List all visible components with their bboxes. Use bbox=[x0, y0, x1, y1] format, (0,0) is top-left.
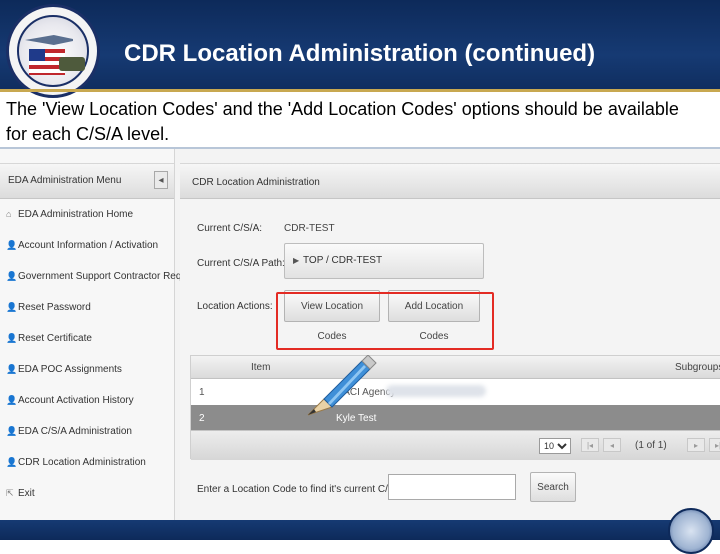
annotation-highlight-box bbox=[276, 292, 494, 350]
next-page-button[interactable]: ▸ bbox=[687, 438, 705, 452]
person-icon: 👤 bbox=[6, 395, 18, 405]
person-icon: 👤 bbox=[6, 426, 18, 436]
row-subgroup-name: Kyle Test bbox=[336, 413, 377, 424]
table-row[interactable]: 1 CACI Agency bbox=[191, 379, 720, 405]
main-panel: CDR Location Administration Current C/S/… bbox=[180, 163, 720, 522]
sidebar-header-title: EDA Administration Menu bbox=[8, 175, 122, 186]
location-actions-label: Location Actions: bbox=[197, 301, 273, 312]
person-icon: 👤 bbox=[6, 364, 18, 374]
sidebar-item-contractor-request[interactable]: 👤 Government Support Contractor Request bbox=[0, 261, 200, 292]
main-panel-header: CDR Location Administration bbox=[180, 163, 720, 199]
row-item-number: 1 bbox=[199, 387, 205, 398]
current-csa-path-label: Current C/S/A Path: bbox=[197, 258, 285, 269]
sidebar-item-label: EDA Administration Home bbox=[18, 209, 134, 220]
page-title: CDR Location Administration bbox=[192, 177, 320, 188]
search-button[interactable]: Search bbox=[530, 472, 576, 502]
slide-header: CDR Location Administration (continued) bbox=[0, 0, 720, 98]
collapse-sidebar-button[interactable]: ◂ bbox=[154, 171, 168, 189]
slide-intro-text: The 'View Location Codes' and the 'Add L… bbox=[6, 99, 679, 144]
sidebar-item-account-information[interactable]: 👤 Account Information / Activation bbox=[0, 230, 174, 261]
sidebar-item-exit[interactable]: ⇱ Exit bbox=[0, 478, 174, 509]
person-icon: 👤 bbox=[6, 271, 18, 281]
sidebar-item-label: CDR Location Administration bbox=[18, 457, 146, 468]
sidebar-item-poc-assignments[interactable]: 👤 EDA POC Assignments bbox=[0, 354, 174, 385]
sidebar-item-activation-history[interactable]: 👤 Account Activation History bbox=[0, 385, 174, 416]
sidebar-item-label: Reset Password bbox=[18, 302, 91, 313]
search-label: Enter a Location Code to find it's curre… bbox=[197, 484, 407, 495]
column-header-subgroups[interactable]: Subgroups bbox=[675, 362, 720, 373]
table-pager: 10 |◂ ◂ (1 of 1) ▸ ▸| bbox=[191, 430, 720, 460]
current-csa-label: Current C/S/A: bbox=[197, 223, 263, 234]
sidebar-item-label: EDA C/S/A Administration bbox=[18, 426, 132, 437]
table-header: Item Subgroups bbox=[191, 356, 720, 379]
exit-icon: ⇱ bbox=[6, 488, 14, 498]
slide-title: CDR Location Administration (continued) bbox=[124, 40, 596, 67]
app-screenshot: EDA Administration Menu ◂ ⌂ EDA Administ… bbox=[0, 147, 720, 522]
director-seal-logo bbox=[6, 4, 100, 98]
sidebar-header: EDA Administration Menu ◂ bbox=[0, 163, 174, 199]
sidebar-item-label: Government Support Contractor Request bbox=[18, 271, 201, 282]
subgroups-table: Item Subgroups 1 CACI Agency 2 Kyle Test… bbox=[190, 355, 720, 460]
sidebar-item-reset-certificate[interactable]: 👤 Reset Certificate bbox=[0, 323, 174, 354]
row-item-number: 2 bbox=[199, 413, 205, 424]
last-page-button[interactable]: ▸| bbox=[709, 438, 720, 452]
first-page-button[interactable]: |◂ bbox=[581, 438, 599, 452]
home-icon: ⌂ bbox=[6, 209, 12, 219]
page-indicator: (1 of 1) bbox=[635, 440, 667, 451]
sidebar-item-reset-password[interactable]: 👤 Reset Password bbox=[0, 292, 174, 323]
column-header-item[interactable]: Item bbox=[251, 362, 270, 373]
sidebar-item-csa-administration[interactable]: 👤 EDA C/S/A Administration bbox=[0, 416, 174, 447]
page-size-select[interactable]: 10 bbox=[539, 438, 571, 454]
csa-path-text: TOP / CDR-TEST bbox=[303, 255, 383, 266]
sidebar-item-label: Exit bbox=[18, 488, 35, 499]
sidebar-item-label: Account Information / Activation bbox=[18, 240, 159, 251]
sidebar-item-list: ⌂ EDA Administration Home 👤 Account Info… bbox=[0, 199, 200, 509]
person-icon: 👤 bbox=[6, 333, 18, 343]
slide-footer bbox=[0, 520, 720, 540]
footer-seal-logo bbox=[668, 508, 714, 554]
sidebar-item-cdr-location-administration[interactable]: 👤 CDR Location Administration bbox=[0, 447, 174, 478]
sidebar-item-admin-home[interactable]: ⌂ EDA Administration Home bbox=[0, 199, 174, 230]
sidebar-menu: EDA Administration Menu ◂ ⌂ EDA Administ… bbox=[0, 149, 200, 522]
person-icon: 👤 bbox=[6, 302, 18, 312]
sidebar-item-label: Reset Certificate bbox=[18, 333, 92, 344]
location-code-search-input[interactable] bbox=[388, 474, 516, 500]
redacted-text bbox=[386, 385, 486, 397]
person-icon: 👤 bbox=[6, 240, 18, 250]
current-csa-value: CDR-TEST bbox=[284, 223, 335, 234]
chevron-right-icon: ▶ bbox=[293, 256, 300, 265]
sidebar-item-label: EDA POC Assignments bbox=[18, 364, 122, 375]
csa-path-breadcrumb[interactable]: ▶ TOP / CDR-TEST bbox=[284, 243, 484, 279]
sidebar-item-label: Account Activation History bbox=[18, 395, 134, 406]
prev-page-button[interactable]: ◂ bbox=[603, 438, 621, 452]
person-icon: 👤 bbox=[6, 457, 18, 467]
table-row-selected[interactable]: 2 Kyle Test bbox=[191, 405, 720, 431]
